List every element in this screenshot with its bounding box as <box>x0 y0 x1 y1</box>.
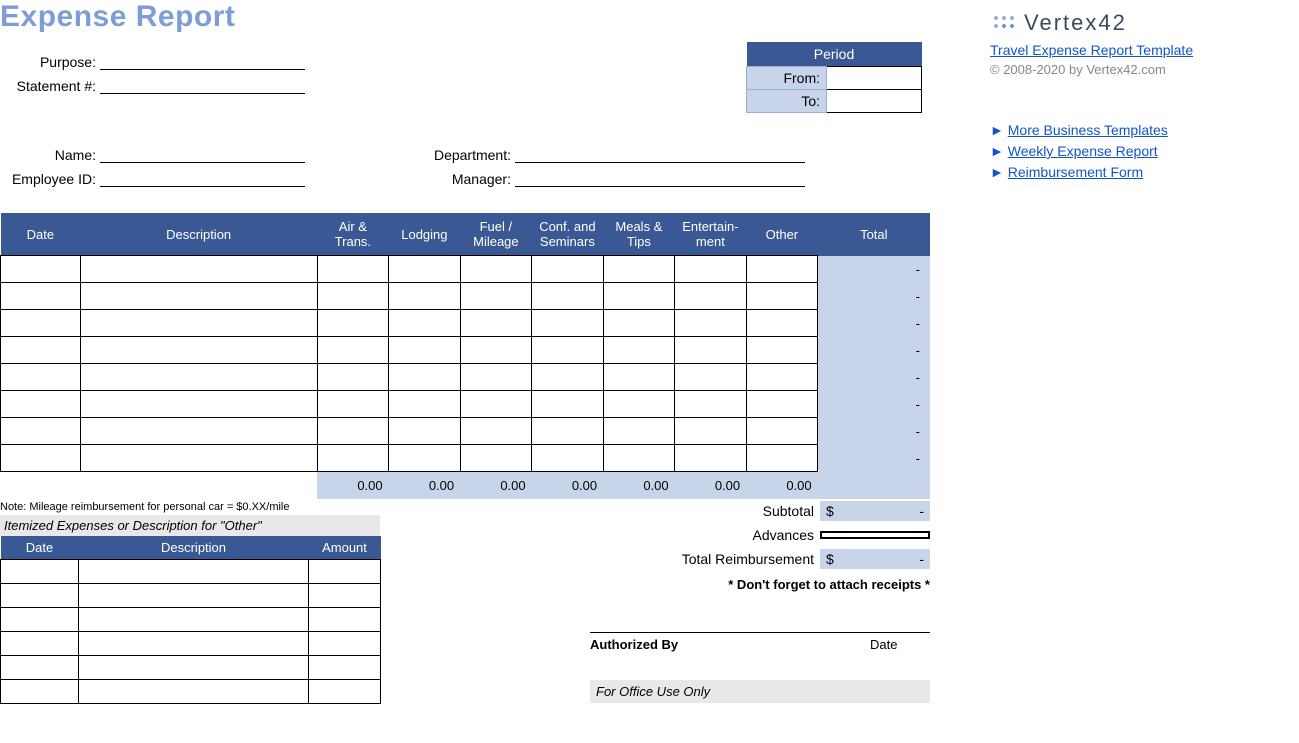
sum-other: 0.00 <box>746 472 818 499</box>
subtotal-value: $- <box>820 501 930 521</box>
table-row[interactable]: - <box>1 256 931 283</box>
period-from-field[interactable] <box>827 67 922 90</box>
itemized-row[interactable] <box>1 631 381 655</box>
col-date: Date <box>1 213 81 256</box>
manager-label: Manager: <box>425 171 515 187</box>
itemized-col-description: Description <box>79 536 309 560</box>
table-row[interactable]: - <box>1 364 931 391</box>
table-row[interactable]: - <box>1 391 931 418</box>
total-reimbursement-label: Total Reimbursement <box>530 551 820 567</box>
template-link[interactable]: Travel Expense Report Template <box>990 42 1193 58</box>
col-conf: Conf. and Seminars <box>532 213 604 256</box>
itemized-table: Date Description Amount <box>0 536 381 704</box>
sum-conf: 0.00 <box>532 472 604 499</box>
subtotal-label: Subtotal <box>530 503 820 519</box>
col-total: Total <box>818 213 930 256</box>
col-lodging: Lodging <box>389 213 461 256</box>
vertex42-logo: Vertex42 <box>990 10 1290 36</box>
auth-date-label: Date <box>870 637 930 652</box>
table-row[interactable]: - <box>1 418 931 445</box>
itemized-col-date: Date <box>1 536 79 560</box>
itemized-row[interactable] <box>1 655 381 679</box>
logo-text: Vertex42 <box>1024 10 1127 36</box>
col-fuel: Fuel / Mileage <box>460 213 532 256</box>
link-reimbursement-form[interactable]: Reimbursement Form <box>1008 164 1143 180</box>
expense-table: Date Description Air & Trans. Lodging Fu… <box>0 213 930 499</box>
sum-fuel: 0.00 <box>460 472 532 499</box>
sum-air: 0.00 <box>317 472 389 499</box>
period-from-label: From: <box>747 67 827 90</box>
mileage-note: Note: Mileage reimbursement for personal… <box>0 499 380 515</box>
col-meals: Meals & Tips <box>603 213 675 256</box>
employee-field[interactable] <box>100 167 305 187</box>
col-description: Description <box>80 213 317 256</box>
employee-label: Employee ID: <box>0 171 100 187</box>
table-row[interactable]: - <box>1 337 931 364</box>
itemized-row[interactable] <box>1 559 381 583</box>
link-weekly-report[interactable]: Weekly Expense Report <box>1008 143 1158 159</box>
itemized-row[interactable] <box>1 583 381 607</box>
copyright-text: © 2008-2020 by Vertex42.com <box>990 62 1290 77</box>
column-totals-row: 0.00 0.00 0.00 0.00 0.00 0.00 0.00 <box>1 472 931 499</box>
period-to-label: To: <box>747 90 827 113</box>
logo-icon <box>990 12 1018 34</box>
col-other: Other <box>746 213 818 256</box>
period-to-field[interactable] <box>827 90 922 113</box>
itemized-col-amount: Amount <box>309 536 381 560</box>
department-label: Department: <box>425 147 515 163</box>
sum-ent: 0.00 <box>675 472 747 499</box>
receipt-note: * Don't forget to attach receipts * <box>530 571 930 592</box>
total-reimbursement-value: $- <box>820 549 930 569</box>
period-header: Period <box>747 42 922 67</box>
purpose-label: Purpose: <box>0 54 100 70</box>
table-row[interactable]: - <box>1 310 931 337</box>
statement-label: Statement #: <box>0 78 100 94</box>
name-field[interactable] <box>100 143 305 163</box>
arrow-icon: ► <box>990 143 1004 159</box>
arrow-icon: ► <box>990 122 1004 138</box>
itemized-title: Itemized Expenses or Description for "Ot… <box>0 515 380 536</box>
col-air: Air & Trans. <box>317 213 389 256</box>
authorized-by-label: Authorized By <box>590 637 870 652</box>
period-box: Period From: To: <box>746 42 922 113</box>
statement-field[interactable] <box>100 74 305 94</box>
name-label: Name: <box>0 147 100 163</box>
itemized-row[interactable] <box>1 607 381 631</box>
advances-field[interactable] <box>820 531 930 539</box>
table-row[interactable]: - <box>1 283 931 310</box>
manager-field[interactable] <box>515 167 805 187</box>
department-field[interactable] <box>515 143 805 163</box>
page-title: Expense Report <box>0 0 930 42</box>
sum-meals: 0.00 <box>603 472 675 499</box>
purpose-field[interactable] <box>100 50 305 70</box>
sum-lodging: 0.00 <box>389 472 461 499</box>
table-row[interactable]: - <box>1 445 931 472</box>
advances-label: Advances <box>530 527 820 543</box>
itemized-row[interactable] <box>1 679 381 703</box>
link-more-templates[interactable]: More Business Templates <box>1008 122 1168 138</box>
arrow-icon: ► <box>990 164 1004 180</box>
col-ent: Entertain-ment <box>675 213 747 256</box>
office-use-only: For Office Use Only <box>590 680 930 703</box>
